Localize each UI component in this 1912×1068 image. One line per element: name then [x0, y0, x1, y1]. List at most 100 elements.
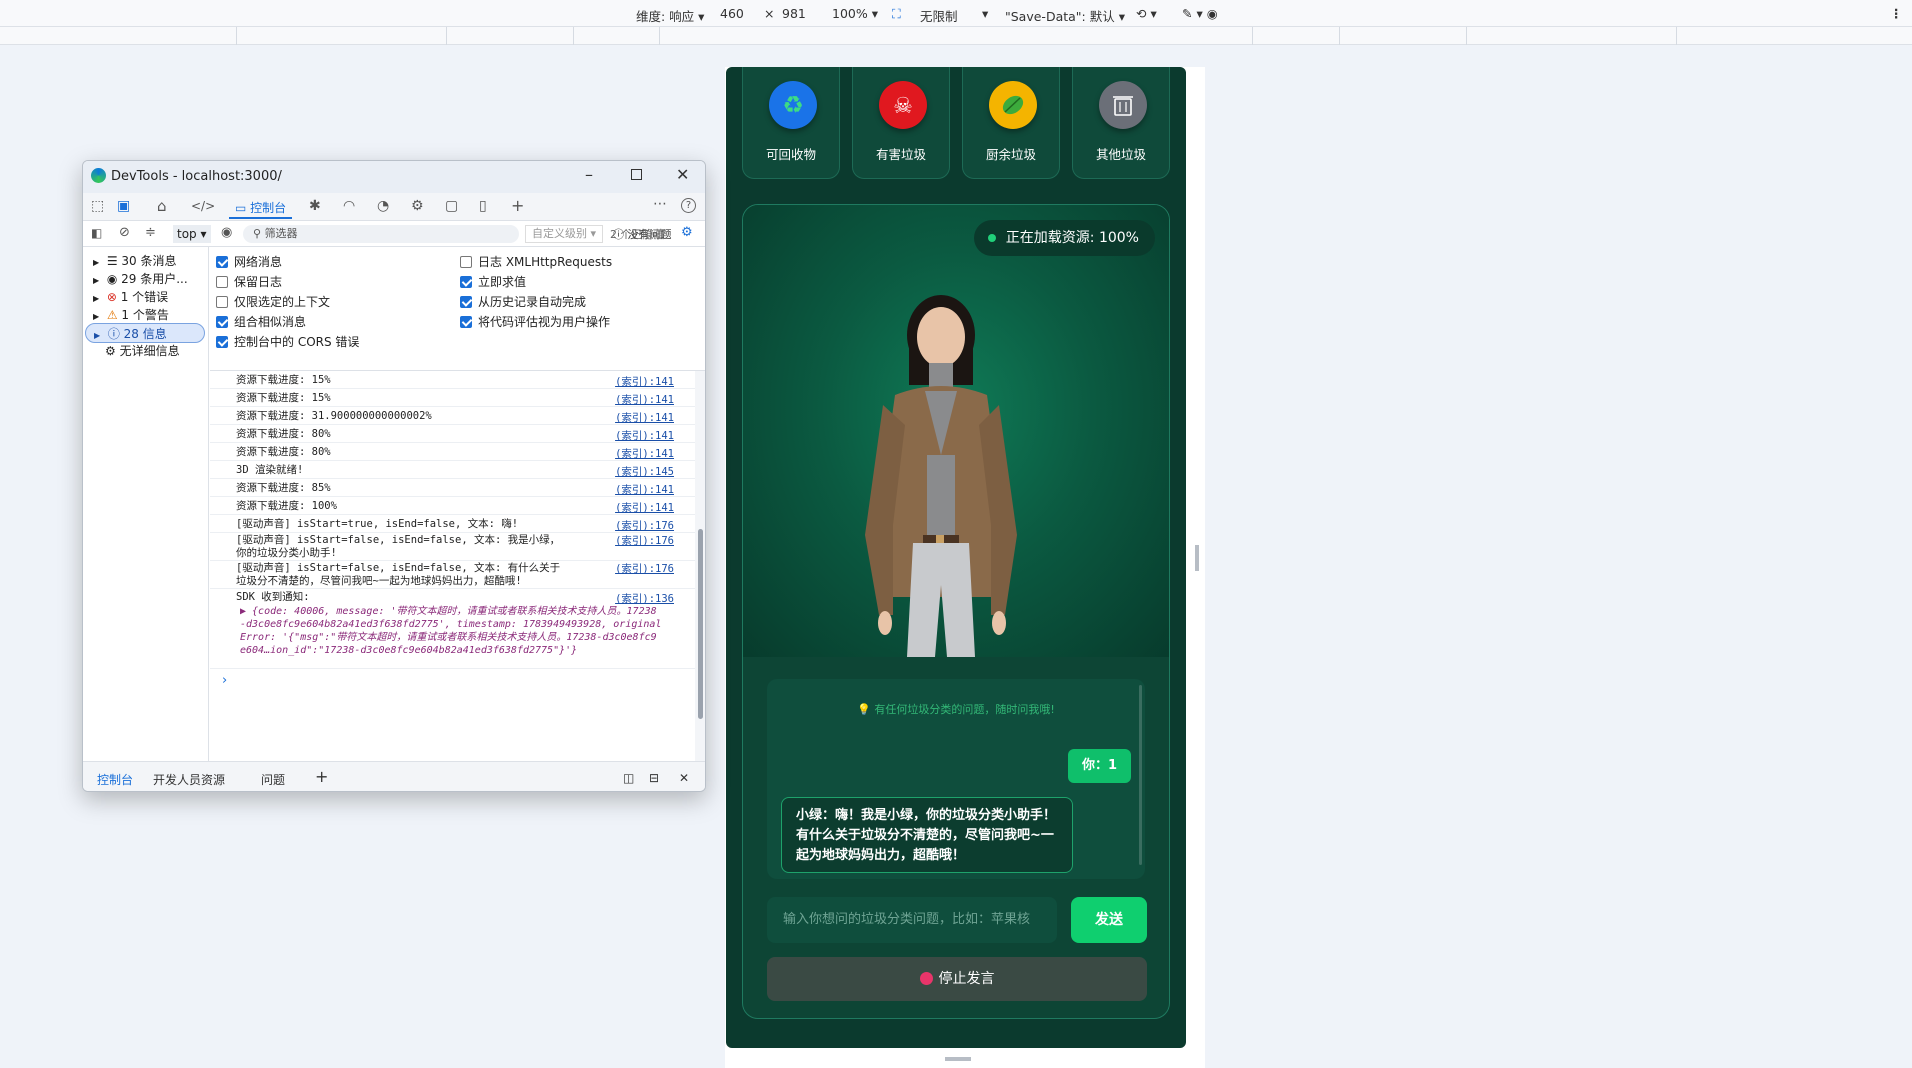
more-icon[interactable]: ⋯ — [653, 196, 667, 212]
chat-history[interactable]: 💡 有任何垃圾分类的问题，随时问我哦! 你：1 小绿：嗨！我是小绿，你的垃圾分类… — [767, 679, 1145, 879]
log-levels-dropdown[interactable]: 自定义级别 ▾ — [525, 225, 604, 243]
trash-icon — [1099, 81, 1147, 129]
log-line: 资源下载进度: 31.900000000000002% (索引):141 — [210, 407, 696, 425]
console-log[interactable]: 资源下载进度: 15% (索引):141 资源下载进度: 15% (索引):141 … — [210, 371, 696, 761]
checkbox-network[interactable]: 网络消息 — [216, 253, 282, 270]
sidebar-item-errors[interactable]: ▶ ⊗ 1 个错误 — [93, 287, 205, 307]
application-icon[interactable]: ▢ — [445, 198, 458, 214]
save-data-dropdown[interactable]: "Save-Data": 默认 ▾ — [1005, 6, 1125, 25]
log-line: 资源下载进度: 15% (索引):141 — [210, 371, 696, 389]
sidebar-toggle-icon[interactable]: ◧ — [91, 226, 102, 240]
console-sidebar: ▶ ☰ 30 条消息 ▶ ◉ 29 条用户... ▶ ⊗ 1 个错误 ▶ ⚠ 1… — [83, 247, 209, 761]
dimensions-dropdown[interactable]: 维度: 响应 ▾ — [636, 6, 704, 25]
throttle-dropdown[interactable]: 无限制 — [920, 6, 958, 25]
device-toggle-icon[interactable]: ▣ — [117, 198, 130, 214]
elements-icon[interactable]: </> — [191, 199, 215, 213]
performance-icon[interactable]: ◔ — [377, 198, 389, 214]
question-input[interactable]: 输入你想问的垃圾分类问题，比如：苹果核 — [767, 897, 1057, 943]
scrollbar-thumb[interactable] — [698, 529, 703, 719]
wifi-icon[interactable]: ◠ — [343, 198, 355, 214]
sidebar-item-messages[interactable]: ▶ ☰ 30 条消息 — [93, 251, 205, 271]
filter-input[interactable]: ⚲ 筛选器 — [243, 225, 519, 243]
info-icon: ⓘ — [107, 327, 120, 341]
console-scrollbar[interactable] — [695, 371, 705, 761]
expand-icon[interactable]: ≑ — [145, 225, 156, 240]
checkbox-selected-context[interactable]: 仅限选定的上下文 — [216, 293, 330, 310]
clear-icon[interactable]: ⊘ — [119, 225, 130, 240]
dock-side-icon[interactable]: ◫ — [623, 771, 634, 785]
checkbox-group-similar[interactable]: 组合相似消息 — [216, 313, 306, 330]
media-query-ruler — [0, 27, 1912, 45]
console-settings-icon[interactable]: ⚙ — [681, 225, 693, 240]
throttle-chevron-icon[interactable]: ▾ — [982, 6, 988, 21]
chat-scrollbar[interactable] — [1139, 685, 1142, 865]
more-options-icon[interactable]: ⋮ — [1890, 6, 1903, 21]
drawer-tab-dev-resources[interactable]: 开发人员资源 — [153, 771, 225, 788]
sensors-icon[interactable]: ✎ ▾ ◉ — [1182, 6, 1218, 21]
checkbox-autocomplete[interactable]: 从历史记录自动完成 — [460, 293, 586, 310]
add-drawer-tab-icon[interactable]: + — [315, 767, 328, 786]
send-button[interactable]: 发送 — [1071, 897, 1147, 943]
minimize-icon[interactable]: – — [585, 165, 593, 184]
user-icon: ◉ — [106, 272, 118, 286]
drawer-tab-console[interactable]: 控制台 — [97, 771, 133, 791]
device-toolbar: 维度: 响应 ▾ 460 × 981 100% ▾ ⛶ 无限制 ▾ "Save-… — [0, 0, 1912, 27]
category-hazardous[interactable]: ☠ 有害垃圾 — [852, 67, 950, 179]
sidebar-item-verbose[interactable]: ⚙ 无详细信息 — [105, 341, 217, 361]
sidebar-item-warnings[interactable]: ▶ ⚠ 1 个警告 — [93, 305, 205, 325]
log-line: [驱动声音] isStart=true, isEnd=false, 文本: 嗨!… — [210, 515, 696, 533]
devtools-titlebar[interactable]: DevTools - localhost:3000/ – ✕ — [83, 161, 705, 193]
height-input[interactable]: 981 — [782, 6, 806, 21]
resize-handle[interactable] — [1195, 545, 1199, 571]
bottom-resize-handle[interactable] — [945, 1057, 971, 1061]
home-icon[interactable]: ⌂ — [157, 197, 167, 215]
stop-speaking-button[interactable]: 停止发言 — [767, 957, 1147, 1001]
context-select[interactable]: top ▾ — [173, 225, 211, 243]
assistant-card: 正在加载资源: 100% 💡 有任何垃圾分类的问题，随时问我哦! 你：1 小绿：… — [742, 204, 1170, 1019]
console-settings-panel: 网络消息 保留日志 仅限选定的上下文 组合相似消息 控制台中的 CORS 错误 … — [210, 247, 705, 371]
gear-icon[interactable]: ⚙ — [411, 198, 424, 214]
inspect-icon[interactable]: ⬚ — [91, 198, 104, 214]
console-prompt[interactable]: › — [222, 673, 227, 688]
maximize-icon[interactable] — [631, 169, 642, 180]
verbose-icon: ⚙ — [105, 344, 116, 358]
category-other[interactable]: 其他垃圾 — [1072, 67, 1170, 179]
dock-bottom-icon[interactable]: ⊟ — [649, 771, 659, 785]
app-screen: ♻ 可回收物 ☠ 有害垃圾 厨余垃圾 其他垃圾 正在加载资源: 100% 💡 有… — [726, 67, 1186, 1048]
sdk-error-object[interactable]: ▶ {code: 40006, message: '带符文本超时，请重试或者联系… — [210, 605, 696, 669]
category-label: 有害垃圾 — [875, 147, 926, 162]
bug-icon[interactable]: ✱ — [309, 198, 321, 214]
sidebar-item-user-messages[interactable]: ▶ ◉ 29 条用户... — [93, 269, 205, 289]
category-label: 厨余垃圾 — [985, 147, 1036, 162]
edge-logo-icon — [91, 168, 106, 183]
category-label: 可回收物 — [765, 147, 816, 162]
help-icon[interactable]: ? — [681, 198, 696, 213]
rotate-icon[interactable]: ⟲ ▾ — [1136, 6, 1157, 21]
log-line: 资源下载进度: 80% (索引):141 — [210, 443, 696, 461]
close-drawer-icon[interactable]: ✕ — [679, 771, 689, 785]
category-kitchen[interactable]: 厨余垃圾 — [962, 67, 1060, 179]
checkbox-user-activation[interactable]: 将代码评估视为用户操作 — [460, 313, 610, 330]
zoom-dropdown[interactable]: 100% ▾ — [832, 6, 878, 21]
leaf-icon — [989, 81, 1037, 129]
checkbox-log-xhr[interactable]: 日志 XMLHttpRequests — [460, 253, 612, 270]
log-line: 资源下载进度: 100% (索引):141 — [210, 497, 696, 515]
width-input[interactable]: 460 — [720, 6, 744, 21]
memory-icon[interactable]: ▯ — [479, 198, 487, 214]
screenshot-icon[interactable]: ⛶ — [892, 6, 901, 22]
drawer-tab-issues[interactable]: 问题 — [261, 771, 285, 788]
sidebar-item-info[interactable]: ▶ ⓘ 28 信息 — [85, 323, 205, 343]
tab-console[interactable]: ▭ 控制台 — [229, 195, 293, 219]
close-icon[interactable]: ✕ — [676, 165, 689, 184]
source-link[interactable]: (索引):176 — [615, 535, 674, 548]
checkbox-eager-eval[interactable]: 立即求值 — [460, 273, 526, 290]
checkbox-cors-errors[interactable]: 控制台中的 CORS 错误 — [216, 333, 359, 350]
eye-icon[interactable]: ◉ — [221, 225, 232, 240]
category-recyclable[interactable]: ♻ 可回收物 — [742, 67, 840, 179]
log-line: 资源下载进度: 85% (索引):141 — [210, 479, 696, 497]
svg-text:☠: ☠ — [893, 94, 913, 119]
source-link[interactable]: (索引):176 — [615, 563, 674, 576]
add-tab-icon[interactable]: + — [511, 196, 524, 215]
console-icon: ▭ — [235, 201, 247, 215]
checkbox-preserve-log[interactable]: 保留日志 — [216, 273, 282, 290]
